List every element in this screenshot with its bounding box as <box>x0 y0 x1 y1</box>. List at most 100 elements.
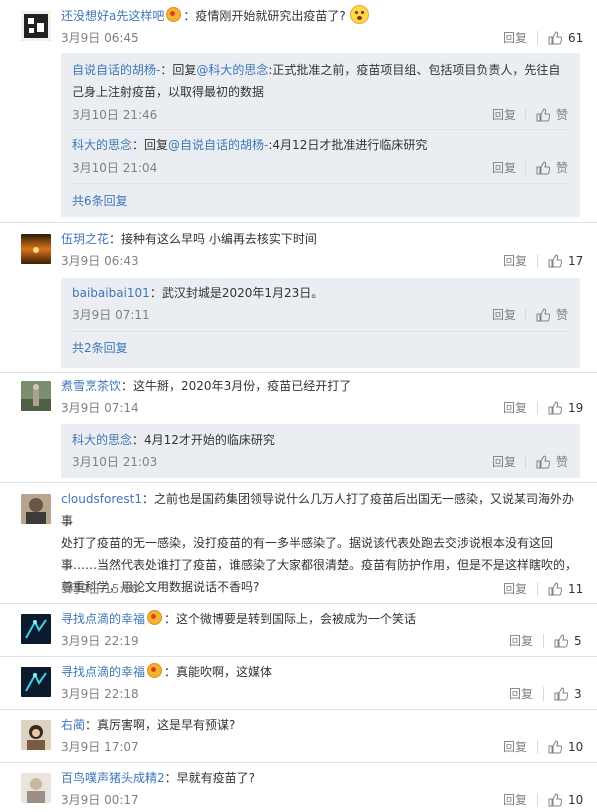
like-count: 61 <box>568 31 584 45</box>
comment-text: 百鸟噗声猪头成精2：早就有疫苗了? <box>61 771 256 785</box>
reply-button[interactable]: 回复 <box>503 793 527 807</box>
thumbs-up-icon <box>536 108 550 122</box>
comment-date: 3月9日 15:08 <box>61 582 139 596</box>
reply-button[interactable]: 回复 <box>492 308 516 322</box>
divider <box>0 482 597 483</box>
username-link[interactable]: 寻找点滴的幸福 <box>61 665 145 679</box>
username-link[interactable]: 科大的思念 <box>72 433 132 447</box>
avatar[interactable] <box>21 773 51 803</box>
divider <box>537 793 538 807</box>
username-link[interactable]: 寻找点滴的幸福 <box>61 612 145 626</box>
username-link[interactable]: baibaibai101 <box>72 286 150 300</box>
reply-button[interactable]: 回复 <box>492 108 516 122</box>
comment-text: 右蔺：真厉害啊，这是早有预谋? <box>61 718 236 732</box>
like-count: 19 <box>568 401 584 415</box>
like-count: 10 <box>568 793 584 807</box>
reply-text: 自说自话的胡杨-：回复@科大的思念:正式批准之前，疫苗项目组、包括项目负责人，先… <box>72 63 561 99</box>
divider <box>525 308 526 322</box>
like-button[interactable]: 11 <box>548 582 583 596</box>
comment-text: 寻找点滴的幸福 ：真能吹啊，这媒体 <box>61 663 273 679</box>
like-button[interactable]: 赞 <box>536 455 568 469</box>
username-link[interactable]: 科大的思念 <box>72 138 132 152</box>
like-button[interactable]: 19 <box>548 401 583 415</box>
reply-button[interactable]: 回复 <box>503 254 527 268</box>
avatar[interactable] <box>21 234 51 264</box>
divider <box>72 331 569 332</box>
like-label: 赞 <box>556 108 569 122</box>
mention-link[interactable]: @科大的思念 <box>196 63 268 77</box>
mention-link[interactable]: @自说自话的胡杨- <box>168 138 268 152</box>
comment-text: 寻找点滴的幸福 ：这个微博要是转到国际上，会被成为一个笑话 <box>61 610 417 626</box>
reply-button[interactable]: 回复 <box>503 31 527 45</box>
avatar[interactable] <box>21 11 51 41</box>
divider <box>72 183 569 184</box>
reply-text: 科大的思念：回复@自说自话的胡杨-:4月12日才批准进行临床研究 <box>72 138 428 152</box>
comment-date: 3月9日 17:07 <box>61 740 139 754</box>
divider <box>537 254 538 268</box>
avatar[interactable] <box>21 381 51 411</box>
divider <box>537 31 538 45</box>
reply-button[interactable]: 回复 <box>492 161 516 175</box>
like-button[interactable]: 赞 <box>536 108 568 122</box>
vip-badge-icon <box>147 610 163 625</box>
username-link[interactable]: cloudsforest1 <box>61 492 142 506</box>
comment-text: 还没想好a先这样吧 ：疫情刚开始就研究出疫苗了? <box>61 5 581 27</box>
like-button[interactable]: 赞 <box>536 308 568 322</box>
thumbs-up-icon <box>548 401 562 415</box>
reply-date: 3月10日 21:03 <box>72 455 158 469</box>
thumbs-up-icon <box>548 254 562 268</box>
divider <box>543 687 544 701</box>
reply-button[interactable]: 回复 <box>503 401 527 415</box>
like-label: 赞 <box>556 455 569 469</box>
username-link[interactable]: 右蔺 <box>61 718 85 732</box>
surprised-emoji-icon <box>349 5 369 24</box>
thumbs-up-icon <box>554 687 568 701</box>
reply-button[interactable]: 回复 <box>503 582 527 596</box>
thumbs-up-icon <box>548 31 562 45</box>
like-button[interactable]: 61 <box>548 31 583 45</box>
comment-date: 3月9日 06:43 <box>61 254 139 268</box>
like-button[interactable]: 赞 <box>536 161 568 175</box>
comment-text: 煮雪烹茶饮：这牛掰，2020年3月份，疫苗已经开打了 <box>61 379 352 393</box>
divider <box>0 603 597 604</box>
divider <box>0 656 597 657</box>
more-replies-link[interactable]: 共2条回复 <box>72 341 128 355</box>
reply-button[interactable]: 回复 <box>509 687 533 701</box>
like-button[interactable]: 10 <box>548 793 583 807</box>
avatar[interactable] <box>21 614 51 644</box>
vip-badge-icon <box>147 663 163 678</box>
username-link[interactable]: 百鸟噗声猪头成精2 <box>61 771 165 785</box>
like-button[interactable]: 10 <box>548 740 583 754</box>
reply-text: baibaibai101：武汉封城是2020年1月23日。 <box>72 286 324 300</box>
comment-date: 3月9日 22:18 <box>61 687 139 701</box>
divider <box>0 222 597 223</box>
divider <box>0 709 597 710</box>
like-button[interactable]: 17 <box>548 254 583 268</box>
reply-date: 3月10日 21:46 <box>72 108 158 122</box>
like-count: 10 <box>568 740 584 754</box>
comment-date: 3月9日 00:17 <box>61 793 139 807</box>
divider <box>525 161 526 175</box>
username-link[interactable]: 还没想好a先这样吧 <box>61 9 164 23</box>
divider <box>537 740 538 754</box>
username-link[interactable]: 自说自话的胡杨- <box>72 63 160 77</box>
like-button[interactable]: 5 <box>554 634 582 648</box>
reply-button[interactable]: 回复 <box>503 740 527 754</box>
reply-text: 科大的思念：4月12才开始的临床研究 <box>72 433 275 447</box>
avatar[interactable] <box>21 667 51 697</box>
thumbs-up-icon <box>536 455 550 469</box>
username-link[interactable]: 伍玥之花 <box>61 232 109 246</box>
thumbs-up-icon <box>548 740 562 754</box>
reply-button[interactable]: 回复 <box>509 634 533 648</box>
divider <box>0 762 597 763</box>
reply-box: 自说自话的胡杨-：回复@科大的思念:正式批准之前，疫苗项目组、包括项目负责人，先… <box>61 53 580 217</box>
reply-button[interactable]: 回复 <box>492 455 516 469</box>
thumbs-up-icon <box>536 161 550 175</box>
avatar[interactable] <box>21 494 51 524</box>
reply-box: baibaibai101：武汉封城是2020年1月23日。 3月9日 07:11… <box>61 278 580 368</box>
username-link[interactable]: 煮雪烹茶饮 <box>61 379 121 393</box>
more-replies-link[interactable]: 共6条回复 <box>72 194 128 208</box>
avatar[interactable] <box>21 720 51 750</box>
divider <box>543 634 544 648</box>
like-button[interactable]: 3 <box>554 687 582 701</box>
